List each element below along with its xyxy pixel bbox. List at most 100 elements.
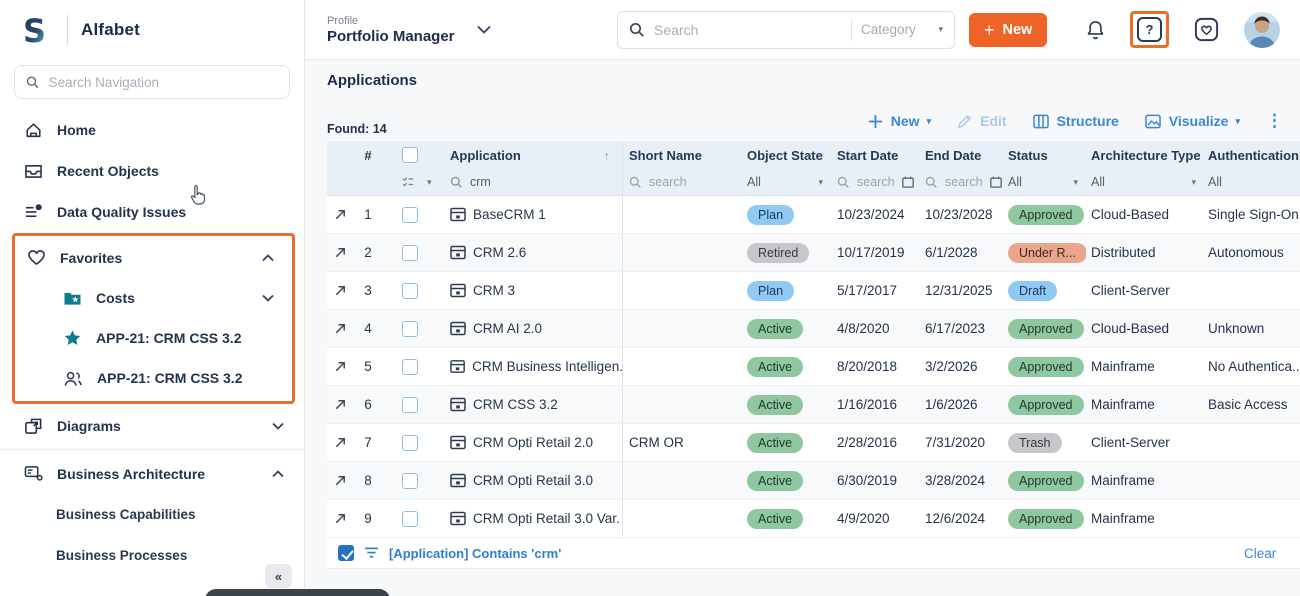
column-header-object-state[interactable]: Object State — [741, 141, 831, 169]
calendar-icon[interactable] — [990, 176, 1002, 188]
open-object-icon[interactable] — [334, 398, 347, 411]
filter-authentication[interactable]: All — [1204, 169, 1300, 195]
selection-filter-control[interactable]: ▾ — [327, 169, 443, 195]
column-header-end-date[interactable]: End Date — [919, 141, 1004, 169]
row-checkbox[interactable] — [402, 473, 418, 489]
open-object-icon[interactable] — [334, 436, 347, 449]
column-header-application[interactable]: Application ↑ — [443, 141, 623, 169]
table-row[interactable]: 8CRM Opti Retail 3.0Active6/30/20193/28/… — [327, 462, 1300, 500]
authentication — [1204, 424, 1300, 461]
filter-application[interactable]: crm — [443, 169, 623, 195]
table-row[interactable]: 1BaseCRM 1Plan10/23/202410/23/2028Approv… — [327, 196, 1300, 234]
row-number: 7 — [353, 424, 383, 461]
new-button[interactable]: + New — [969, 13, 1047, 47]
chevron-down-icon[interactable] — [477, 21, 491, 39]
table-row[interactable]: 6CRM CSS 3.2Active1/16/20161/6/2026Appro… — [327, 386, 1300, 424]
column-header-architecture-type[interactable]: Architecture Type — [1086, 141, 1204, 169]
open-object-icon[interactable] — [334, 474, 347, 487]
sidebar-item-costs[interactable]: Costs — [15, 278, 292, 318]
open-object-icon[interactable] — [334, 360, 347, 373]
caret-down-icon: ▾ — [427, 177, 432, 188]
filter-object-state[interactable]: All ▾ — [741, 169, 831, 195]
row-checkbox[interactable] — [402, 359, 418, 375]
favorites-panel-button[interactable] — [1193, 16, 1220, 43]
category-dropdown[interactable]: Category ▾ — [861, 22, 943, 37]
sidebar-item-recent-objects[interactable]: Recent Objects — [0, 150, 304, 191]
sidebar-item-diagrams[interactable]: Diagrams — [0, 405, 304, 446]
object-state-badge: Active — [747, 395, 803, 415]
row-checkbox[interactable] — [402, 283, 418, 299]
architecture-icon — [24, 465, 43, 482]
global-search-input[interactable] — [654, 22, 842, 38]
open-object-icon[interactable] — [334, 284, 347, 297]
table-row[interactable]: 9CRM Opti Retail 3.0 Var.Active4/9/20201… — [327, 500, 1300, 538]
global-search[interactable]: Category ▾ — [617, 11, 955, 49]
short-name — [623, 462, 741, 499]
filter-end-date[interactable]: search — [919, 169, 1004, 195]
column-header-short-name[interactable]: Short Name — [623, 141, 741, 169]
column-header-number[interactable]: # — [353, 141, 383, 169]
clear-filter-link[interactable]: Clear — [1244, 546, 1276, 561]
navigation-search-input[interactable] — [49, 75, 278, 90]
sidebar-item-favorite-app-shared[interactable]: APP-21: CRM CSS 3.2 — [15, 358, 292, 398]
application-name: CRM AI 2.0 — [473, 321, 542, 336]
table-row[interactable]: 2CRM 2.6Retired10/17/20196/1/2028Under R… — [327, 234, 1300, 272]
sort-ascending-icon[interactable]: ↑ — [604, 148, 611, 163]
status-badge: Draft — [1008, 281, 1057, 301]
sidebar-collapse-button[interactable]: « — [265, 564, 292, 588]
toolbar-structure-button[interactable]: Structure — [1033, 113, 1119, 129]
user-avatar[interactable] — [1244, 12, 1280, 48]
table-row[interactable]: 7CRM Opti Retail 2.0CRM ORActive2/28/201… — [327, 424, 1300, 462]
filter-short-name-placeholder: search — [649, 175, 687, 189]
new-button-label: New — [1003, 22, 1033, 38]
table-row[interactable]: 5CRM Business Intelligen...Active8/20/20… — [327, 348, 1300, 386]
table-row[interactable]: 4CRM AI 2.0Active4/8/20206/17/2023Approv… — [327, 310, 1300, 348]
open-object-icon[interactable] — [334, 208, 347, 221]
calendar-icon[interactable] — [902, 176, 914, 188]
row-checkbox[interactable] — [402, 245, 418, 261]
chevron-up-icon[interactable] — [272, 470, 284, 478]
sidebar-item-home[interactable]: Home — [0, 109, 304, 150]
object-state-badge: Active — [747, 471, 803, 491]
row-checkbox[interactable] — [402, 207, 418, 223]
select-all-checkbox[interactable] — [402, 147, 418, 163]
sidebar-item-business-processes[interactable]: Business Processes — [0, 535, 304, 576]
toolbar-new-button[interactable]: New ▾ — [868, 113, 931, 129]
filter-active-checkbox[interactable] — [338, 545, 354, 561]
page-title: Applications — [327, 72, 1300, 89]
filter-short-name[interactable]: search — [623, 169, 741, 195]
open-object-icon[interactable] — [334, 512, 347, 525]
toolbar-edit-button[interactable]: Edit — [957, 113, 1006, 129]
sidebar-item-favorites[interactable]: Favorites — [15, 237, 292, 278]
toolbar-more-button[interactable]: ⋮ — [1266, 111, 1283, 131]
filter-status[interactable]: All ▾ — [1004, 169, 1086, 195]
column-header-authentication[interactable]: Authentication — [1204, 141, 1300, 169]
search-icon — [450, 176, 463, 189]
row-checkbox[interactable] — [402, 397, 418, 413]
sidebar-item-favorite-app[interactable]: APP-21: CRM CSS 3.2 — [15, 318, 292, 358]
table-row[interactable]: 3CRM 3Plan5/17/201712/31/2025DraftClient… — [327, 272, 1300, 310]
sidebar-item-business-architecture[interactable]: Business Architecture — [0, 453, 304, 494]
help-button[interactable]: ? — [1137, 17, 1162, 42]
chevron-down-icon[interactable] — [262, 294, 274, 302]
search-icon — [629, 22, 645, 38]
open-object-icon[interactable] — [334, 246, 347, 259]
column-header-start-date[interactable]: Start Date — [831, 141, 919, 169]
chevron-up-icon[interactable] — [262, 254, 274, 262]
sidebar-item-business-capabilities[interactable]: Business Capabilities — [0, 494, 304, 535]
profile-selector[interactable]: Profile Portfolio Manager — [327, 15, 527, 45]
row-checkbox[interactable] — [402, 435, 418, 451]
sidebar-search[interactable] — [14, 65, 290, 99]
toolbar-structure-label: Structure — [1057, 113, 1119, 129]
chevron-down-icon[interactable] — [272, 422, 284, 430]
filter-architecture-type[interactable]: All ▾ — [1086, 169, 1204, 195]
row-checkbox[interactable] — [402, 511, 418, 527]
filter-start-date[interactable]: search — [831, 169, 919, 195]
open-object-icon[interactable] — [334, 322, 347, 335]
row-checkbox[interactable] — [402, 321, 418, 337]
notifications-button[interactable] — [1085, 19, 1106, 41]
toolbar-visualize-button[interactable]: Visualize ▾ — [1145, 113, 1240, 129]
column-header-status[interactable]: Status — [1004, 141, 1086, 169]
users-icon — [63, 370, 83, 387]
sidebar-item-data-quality-issues[interactable]: Data Quality Issues — [0, 191, 304, 232]
